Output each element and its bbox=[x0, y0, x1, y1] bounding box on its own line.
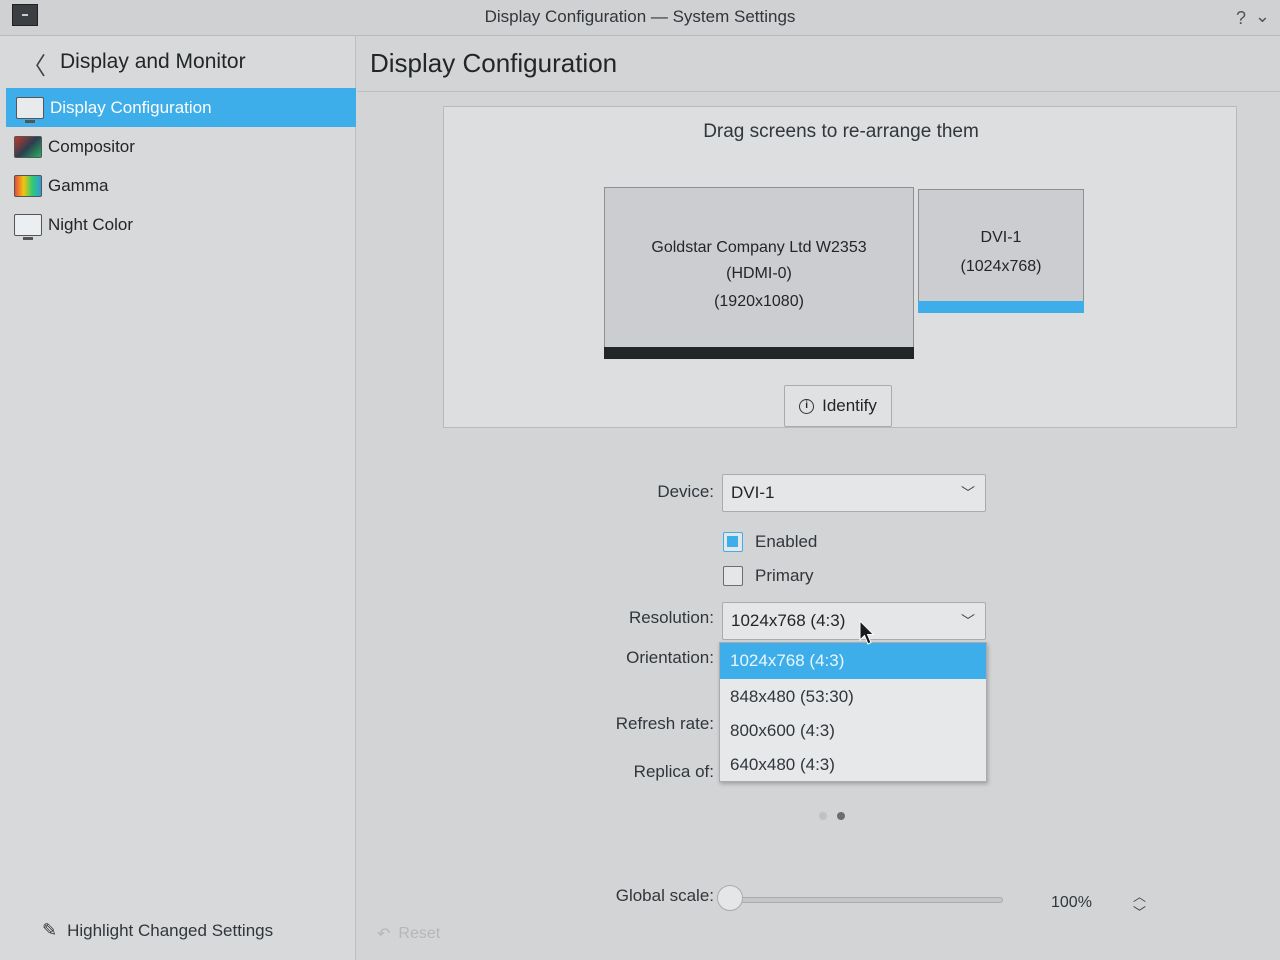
enabled-checkbox[interactable] bbox=[723, 532, 743, 552]
compositor-icon bbox=[14, 135, 42, 158]
page-indicator bbox=[819, 812, 845, 820]
main-content: Display Configuration Drag screens to re… bbox=[357, 36, 1280, 960]
help-icon[interactable]: ? bbox=[1236, 8, 1246, 29]
chevron-down-icon[interactable]: ﹀ bbox=[1133, 902, 1146, 921]
enabled-checkbox-row[interactable]: Enabled bbox=[723, 532, 817, 552]
screen-dvi-1[interactable]: DVI-1 (1024x768) bbox=[918, 189, 1084, 313]
sidebar-item-display-configuration[interactable]: Display Configuration bbox=[6, 88, 356, 127]
screen-resolution: (1920x1080) bbox=[714, 293, 804, 310]
primary-screen-bar bbox=[604, 347, 914, 359]
sidebar-item-compositor[interactable]: Compositor bbox=[0, 127, 355, 166]
device-label: Device: bbox=[657, 482, 714, 501]
sidebar: 〈 Display and Monitor Display Configurat… bbox=[0, 36, 356, 960]
sidebar-item-label: Display Configuration bbox=[50, 97, 212, 117]
resolution-option[interactable]: 800x600 (4:3) bbox=[720, 713, 986, 747]
orientation-label: Orientation: bbox=[626, 648, 714, 667]
resolution-dropdown-list: 1024x768 (4:3) 848x480 (53:30) 800x600 (… bbox=[719, 642, 987, 782]
page-title: Display Configuration bbox=[370, 48, 618, 78]
reset-button[interactable]: ↶ Reset bbox=[377, 924, 440, 944]
screen-arrangement-panel: Drag screens to re-arrange them Goldstar… bbox=[443, 106, 1237, 428]
night-color-icon bbox=[14, 213, 42, 240]
primary-label: Primary bbox=[755, 566, 814, 585]
display-icon bbox=[16, 96, 44, 123]
screen-hdmi-0[interactable]: Goldstar Company Ltd W2353 (HDMI-0) (192… bbox=[604, 187, 914, 359]
resolution-option[interactable]: 848x480 (53:30) bbox=[720, 679, 986, 713]
sidebar-item-label: Compositor bbox=[48, 136, 135, 156]
window-title: Display Configuration — System Settings bbox=[484, 7, 796, 26]
sidebar-item-label: Night Color bbox=[48, 214, 134, 234]
enabled-label: Enabled bbox=[755, 532, 818, 551]
back-icon[interactable]: 〈 bbox=[22, 46, 46, 81]
chevron-down-icon: ﹀ bbox=[961, 485, 975, 501]
resolution-label: Resolution: bbox=[628, 608, 714, 627]
mouse-cursor-icon bbox=[859, 620, 875, 645]
selected-screen-bar bbox=[918, 301, 1084, 313]
sidebar-item-label: Gamma bbox=[48, 175, 109, 195]
pencil-icon: ✎ bbox=[42, 920, 58, 940]
identify-label: Identify bbox=[822, 396, 877, 415]
title-bar: Display Configuration — System Settings … bbox=[0, 0, 1280, 36]
window-menu-icon[interactable]: ⌄ bbox=[1255, 6, 1270, 27]
identify-button[interactable]: i Identify bbox=[784, 385, 892, 427]
primary-checkbox[interactable] bbox=[723, 566, 743, 586]
highlight-changed-settings-button[interactable]: ✎ Highlight Changed Settings bbox=[42, 920, 273, 941]
screen-name: DVI-1 bbox=[980, 229, 1022, 246]
title-divider bbox=[357, 91, 1280, 92]
device-combobox[interactable]: DVI-1 ﹀ bbox=[722, 474, 986, 512]
screen-resolution: (1024x768) bbox=[960, 258, 1042, 275]
sidebar-item-gamma[interactable]: Gamma bbox=[0, 166, 355, 205]
gamma-icon bbox=[14, 174, 42, 197]
reset-label: Reset bbox=[398, 925, 441, 942]
global-scale-value[interactable]: 100% bbox=[1051, 894, 1092, 912]
device-value: DVI-1 bbox=[731, 483, 775, 502]
chevron-down-icon: ﹀ bbox=[961, 613, 975, 629]
highlight-changed-settings-label: Highlight Changed Settings bbox=[67, 920, 274, 940]
screen-name: Goldstar Company Ltd W2353 bbox=[651, 239, 867, 256]
global-scale-slider[interactable] bbox=[733, 897, 1003, 903]
sidebar-header: 〈 Display and Monitor bbox=[0, 36, 355, 88]
replica-of-label: Replica of: bbox=[633, 762, 714, 781]
page-dot[interactable] bbox=[819, 812, 827, 820]
arrange-hint: Drag screens to re-arrange them bbox=[703, 121, 979, 142]
resolution-option[interactable]: 640x480 (4:3) bbox=[720, 747, 986, 781]
global-scale-label: Global scale: bbox=[615, 886, 714, 905]
resolution-option[interactable]: 1024x768 (4:3) bbox=[720, 643, 986, 679]
refresh-rate-label: Refresh rate: bbox=[615, 714, 714, 733]
slider-handle[interactable] bbox=[717, 885, 743, 911]
primary-checkbox-row[interactable]: Primary bbox=[723, 566, 814, 586]
page-dot-active[interactable] bbox=[837, 812, 845, 820]
sidebar-item-night-color[interactable]: Night Color bbox=[0, 205, 355, 244]
undo-icon: ↶ bbox=[377, 926, 391, 943]
info-icon: i bbox=[799, 398, 815, 414]
resolution-value: 1024x768 (4:3) bbox=[731, 611, 846, 630]
sidebar-heading: Display and Monitor bbox=[60, 50, 246, 73]
resolution-combobox[interactable]: 1024x768 (4:3) ﹀ bbox=[722, 602, 986, 640]
screen-output: (HDMI-0) bbox=[726, 265, 792, 282]
